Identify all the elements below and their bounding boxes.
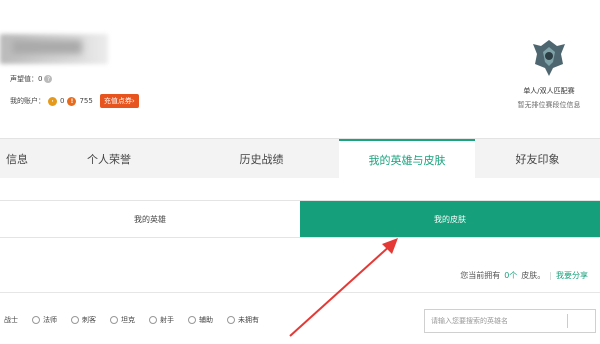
share-link[interactable]: 我要分享: [556, 270, 588, 281]
filter-not-owned[interactable]: 未拥有: [227, 315, 259, 325]
filter-row: 战士 法师 刺客 坦克 射手 辅助 未拥有: [0, 292, 600, 344]
radio-not-owned[interactable]: [227, 316, 235, 324]
filter-marksman-label: 射手: [160, 316, 174, 324]
sub-tabs: 我的英雄 我的皮肤: [0, 200, 600, 238]
account-label: 我的账户：: [10, 97, 45, 105]
coupon-amount: 755: [79, 97, 93, 105]
tab-match-history[interactable]: 历史战绩: [184, 139, 339, 179]
radio-support[interactable]: [188, 316, 196, 324]
rank-title: 单人/双人匹配赛: [523, 87, 575, 95]
gold-amount: 0: [60, 97, 65, 105]
filter-tank[interactable]: 坦克: [110, 315, 135, 325]
filter-warrior[interactable]: 战士: [4, 315, 18, 325]
filter-marksman[interactable]: 射手: [149, 315, 174, 325]
radio-mage[interactable]: [32, 316, 40, 324]
tab-info[interactable]: 信息: [0, 139, 34, 179]
filter-assassin-label: 刺客: [82, 316, 96, 324]
reputation-label: 声望值：0: [10, 75, 43, 83]
tab-friend-impressions[interactable]: 好友印象: [475, 139, 600, 179]
tab-heroes-skins[interactable]: 我的英雄与皮肤: [339, 139, 475, 179]
filter-not-owned-label: 未拥有: [238, 316, 259, 324]
profile-panel: 声望值：0 ? 我的账户： · 0 ! 755 充值点券› 单人/双人匹配赛 暂…: [0, 0, 600, 138]
main-tabs: 信息 个人荣誉 历史战绩 我的英雄与皮肤 好友印象: [0, 138, 600, 179]
subtab-my-skins[interactable]: 我的皮肤: [300, 201, 600, 237]
search-input[interactable]: [431, 317, 563, 325]
radio-tank[interactable]: [110, 316, 118, 324]
account-row: 我的账户： · 0 ! 755 充值点券›: [10, 94, 139, 108]
search-button[interactable]: [570, 312, 594, 330]
rank-subtitle: 暂无排位赛段位信息: [517, 101, 581, 109]
count-suffix: 皮肤。: [521, 271, 546, 280]
filter-warrior-label: 战士: [4, 316, 18, 324]
filter-tank-label: 坦克: [121, 316, 135, 324]
recharge-button[interactable]: 充值点券›: [99, 94, 139, 108]
tab-honors[interactable]: 个人荣誉: [34, 139, 184, 179]
subtab-my-heroes[interactable]: 我的英雄: [0, 201, 300, 237]
skin-count-row: 您当前拥有 0个 皮肤。 | 我要分享: [460, 270, 588, 281]
role-filters: 战士 法师 刺客 坦克 射手 辅助 未拥有: [4, 315, 259, 325]
filter-assassin[interactable]: 刺客: [71, 315, 96, 325]
count-prefix: 您当前拥有: [460, 271, 501, 280]
blurred-username: [0, 34, 108, 64]
filter-support-label: 辅助: [199, 316, 213, 324]
hero-search: [424, 309, 596, 333]
filter-mage[interactable]: 法师: [32, 315, 57, 325]
help-icon[interactable]: ?: [44, 75, 53, 83]
search-divider: [567, 314, 568, 328]
radio-marksman[interactable]: [149, 316, 157, 324]
divider: |: [549, 271, 552, 280]
radio-assassin[interactable]: [71, 316, 79, 324]
rank-info: 单人/双人匹配赛 暂无排位赛段位信息: [514, 38, 584, 110]
rank-emblem-icon: [533, 40, 565, 76]
gold-coin-icon: ·: [48, 96, 57, 106]
filter-mage-label: 法师: [43, 316, 57, 324]
coupon-icon: !: [67, 96, 77, 106]
skin-count: 0个: [504, 271, 518, 280]
filter-support[interactable]: 辅助: [188, 315, 213, 325]
reputation-row: 声望值：0 ?: [10, 74, 53, 84]
